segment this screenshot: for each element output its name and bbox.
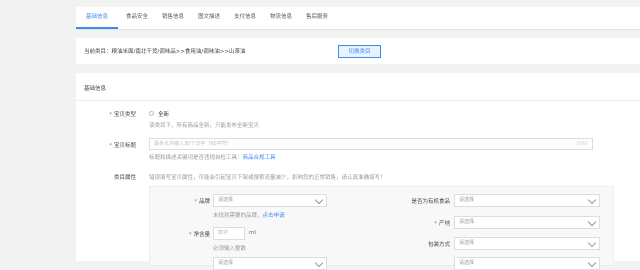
brand-label-text: 品牌 (198, 199, 210, 205)
tab-logistics[interactable]: 物流信息 (264, 7, 298, 28)
item-type-label: * 宝贝类型 (76, 110, 136, 118)
category-panel: 当前类目：粮油米面/南北干货/调味品>>食用油/调味油>>山茶油 切换类目 (76, 38, 640, 64)
item-type-hint: 该类目下，所有商品全新，只能发布全新宝贝 (149, 123, 260, 129)
net-content-unit: ml (249, 230, 256, 236)
net-content-placeholder: 数字 (218, 230, 229, 236)
title-hint-text: 标题和描述关键词是否违规自检工具： (149, 155, 243, 161)
bottom-right-select[interactable]: 请选择 (454, 257, 600, 270)
chevron-down-icon (314, 258, 324, 268)
origin-placeholder: 请选择 (459, 219, 475, 225)
brand-placeholder: 请选择 (218, 197, 234, 203)
chevron-down-icon (314, 195, 324, 205)
organic-placeholder: 请选择 (459, 197, 475, 203)
origin-label: * 产地 (358, 219, 450, 227)
required-marker: * (109, 143, 112, 149)
tab-payment[interactable]: 支付信息 (228, 7, 262, 28)
switch-category-button[interactable]: 切换类目 (338, 45, 381, 58)
title-hint: 标题和描述关键词是否违规自检工具：商品合规工具 (149, 153, 276, 161)
bottom-left-select[interactable]: 请选择 (213, 257, 327, 270)
net-content-hint: 必须输入整数 (213, 246, 247, 252)
brand-label: * 品牌 (150, 197, 210, 205)
current-category: 当前类目：粮油米面/南北干货/调味品>>食用油/调味油>>山茶油 (84, 49, 246, 55)
net-content-input[interactable]: 数字 (213, 227, 245, 240)
net-content-label-text: 净含量 (193, 232, 210, 238)
organic-label: 是否为有机食品 (411, 199, 450, 205)
tab-basic-info[interactable]: 基础信息 (76, 7, 118, 29)
packaging-label: 包装方式 (427, 242, 450, 248)
title-placeholder: 最多允许输入30个汉字（60字符） (154, 141, 232, 147)
apply-brand-link[interactable]: 点击申请 (263, 213, 285, 219)
brand-hint: 未找到需要的品牌，点击申请 (213, 211, 285, 219)
brand-select[interactable]: 请选择 (213, 194, 327, 207)
tab-description[interactable]: 图文描述 (192, 7, 226, 28)
origin-label-text: 产地 (438, 221, 450, 227)
organic-select[interactable]: 请选择 (454, 194, 600, 207)
title-input[interactable]: 最多允许输入30个汉字（60字符） 0/60 (149, 138, 593, 150)
packaging-select[interactable]: 请选择 (454, 237, 600, 250)
title-counter: 0/60 (576, 141, 588, 147)
item-type-label-text: 宝贝类型 (113, 112, 136, 118)
tab-after-sales[interactable]: 售后服务 (300, 7, 334, 28)
attributes-box: * 品牌 请选择 未找到需要的品牌，点击申请 是否为有机食品 请选择 * 产地 请选… (149, 186, 614, 270)
chevron-down-icon (587, 238, 597, 248)
required-marker: * (188, 232, 192, 238)
chevron-down-icon (587, 217, 597, 227)
title-label-text: 宝贝标题 (113, 143, 136, 149)
required-marker: * (194, 199, 197, 205)
packaging-placeholder: 请选择 (459, 240, 475, 246)
title-label: * 宝贝标题 (76, 141, 136, 149)
tab-sales-info[interactable]: 销售信息 (156, 7, 190, 28)
required-marker: * (109, 112, 112, 118)
chevron-down-icon (587, 195, 597, 205)
net-content-label: * 净含量 (150, 230, 210, 238)
tab-bar: 基础信息 食品安全 销售信息 图文描述 支付信息 物流信息 售后服务 (76, 7, 640, 30)
chevron-down-icon (587, 258, 597, 268)
tab-food-safety[interactable]: 食品安全 (120, 7, 154, 28)
section-title: 基础信息 (84, 86, 107, 92)
compliance-tool-link[interactable]: 商品合规工具 (243, 155, 276, 161)
required-marker: * (434, 221, 437, 227)
item-type-option[interactable]: 全新 (158, 110, 169, 118)
origin-select[interactable]: 请选择 (454, 216, 600, 229)
attributes-label: 类目属性 (113, 175, 136, 181)
item-type-radio[interactable] (149, 111, 154, 116)
attributes-hint: 错误填写宝贝属性，可能会引起宝贝下架或搜索流量减少，影响您的正常销售，请认真准确… (149, 175, 386, 181)
brand-hint-text: 未找到需要的品牌， (213, 213, 263, 219)
section-divider (76, 100, 640, 101)
basic-info-form: 基础信息 * 宝贝类型 全新 该类目下，所有商品全新，只能发布全新宝贝 * 宝贝标题… (76, 73, 640, 270)
